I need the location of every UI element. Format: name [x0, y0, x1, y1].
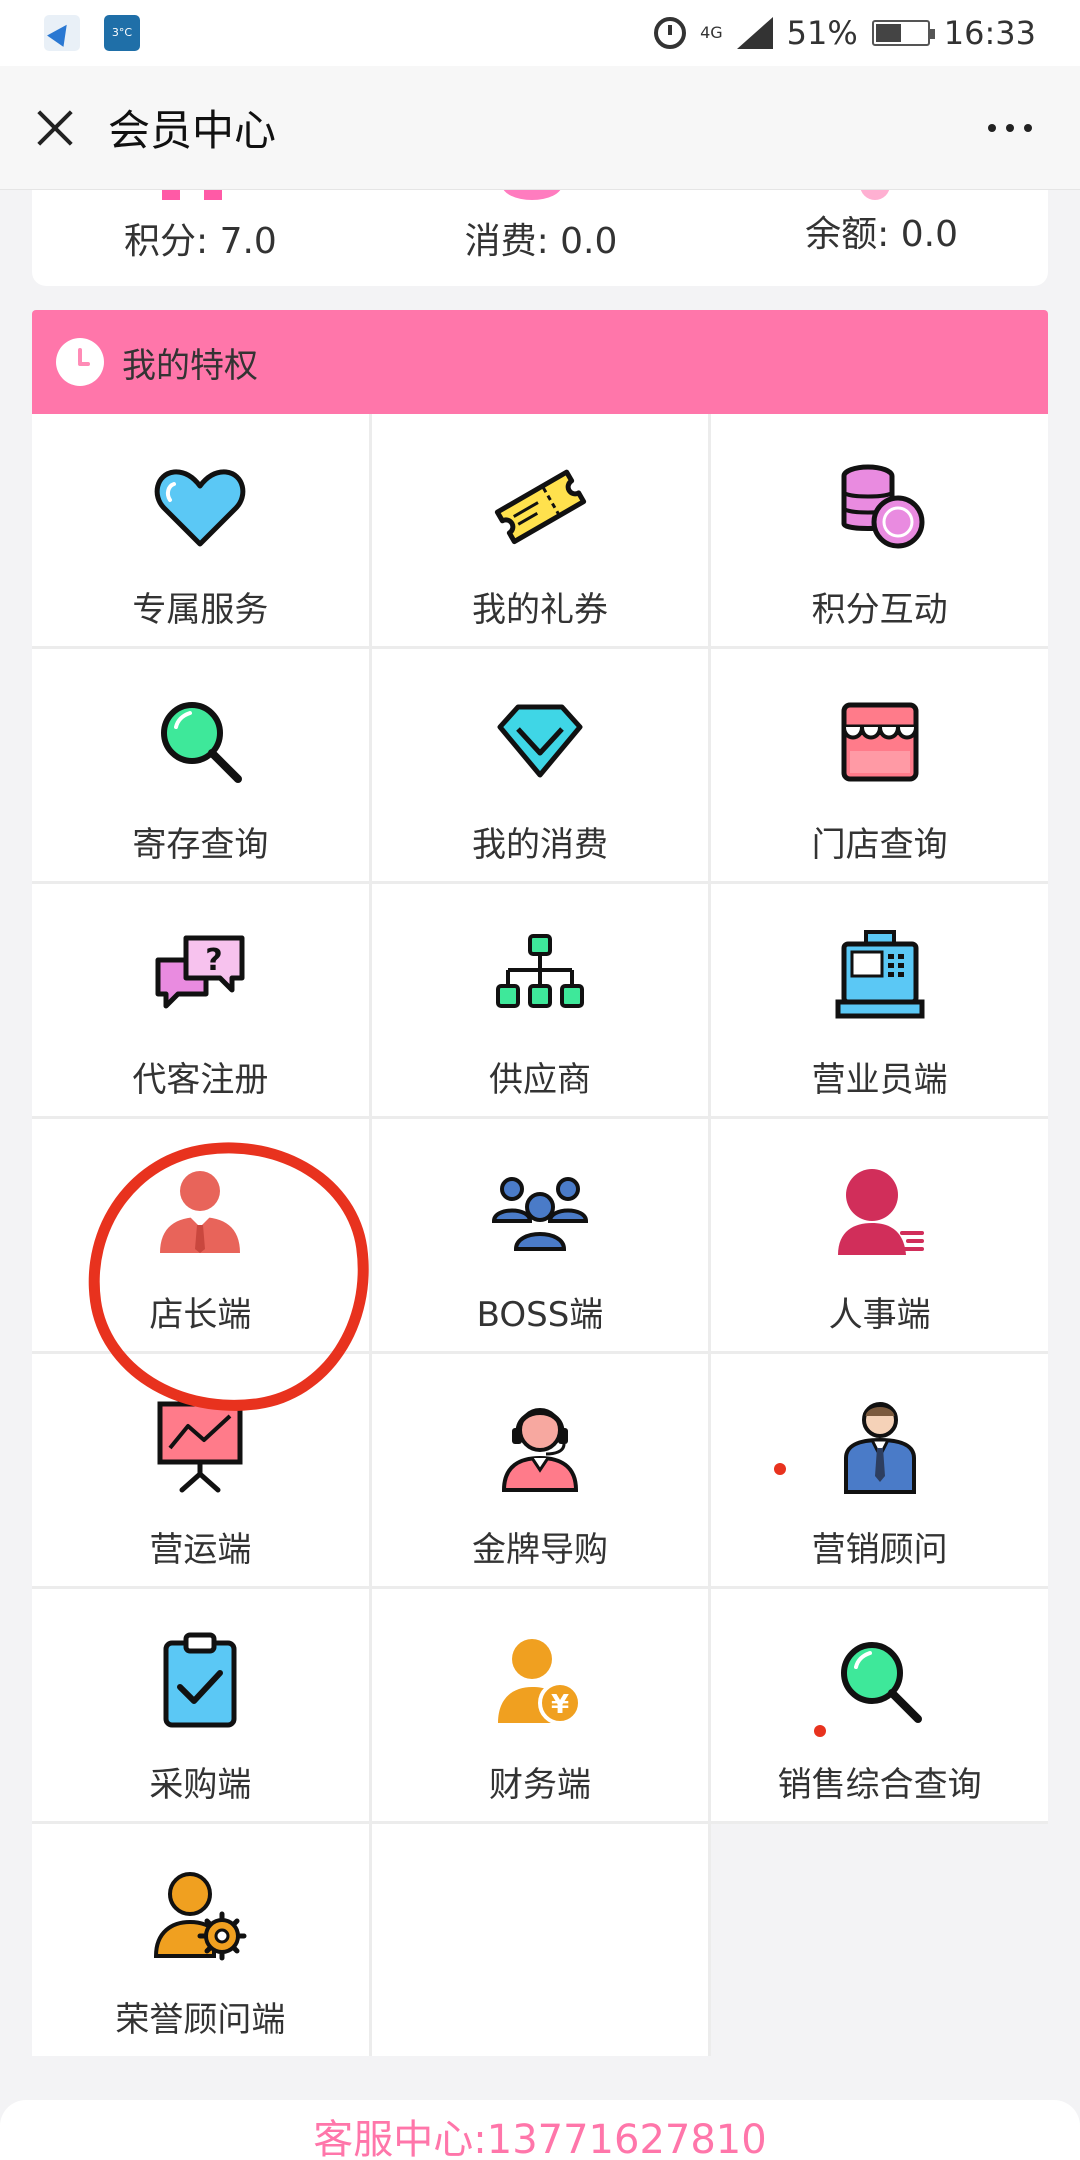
magnifier-icon [161, 702, 243, 783]
notification-icons: 3°C [44, 15, 140, 51]
grid-item-sales-query[interactable]: 销售综合查询 [711, 1589, 1048, 1821]
title-bar: 会员中心 [0, 66, 1080, 190]
balance-stat[interactable]: 余额: 0.0 [805, 205, 958, 257]
grid-item-purchasing[interactable]: 采购端 [32, 1589, 369, 1821]
manager-icon [160, 1171, 241, 1253]
grid-item-label: 门店查询 [811, 825, 948, 865]
grid-item-points-interaction[interactable]: 积分互动 [711, 414, 1048, 646]
battery-icon [871, 20, 935, 46]
grid-item-agent-register[interactable]: ? 代客注册 [32, 884, 369, 1116]
red-dot-annotation [774, 1463, 786, 1475]
grid-item-label: 荣誉顾问端 [115, 2000, 286, 2040]
alarm-icon [654, 17, 687, 49]
grid-item-label: BOSS端 [476, 1295, 604, 1335]
team-icon [491, 1177, 588, 1251]
grid-item-finance[interactable]: ¥ 财务端 [371, 1589, 709, 1821]
grid-item-label: 营运端 [149, 1530, 252, 1570]
clock-icon [56, 338, 104, 386]
grid-item-store-manager[interactable]: 店长端 [32, 1119, 369, 1351]
grid-item-label: 店长端 [149, 1295, 252, 1335]
grid-item-gold-guide[interactable]: 金牌导购 [371, 1354, 709, 1586]
question-chat-icon: ? [155, 935, 245, 1009]
red-dot-annotation [814, 1725, 826, 1737]
grid-item-label: 供应商 [488, 1060, 591, 1100]
magnifier-icon [840, 1642, 922, 1723]
privileges-title: 我的特权 [122, 345, 258, 386]
heart-icon [154, 469, 246, 547]
grid-item-exclusive-service[interactable]: 专属服务 [32, 414, 369, 646]
grid-item-clerk[interactable]: 营业员端 [711, 884, 1048, 1116]
clipboard-check-icon [163, 1632, 237, 1728]
grid-item-marketing-consultant[interactable]: 营销顾问 [711, 1354, 1048, 1586]
grid-item-label: 营销顾问 [811, 1530, 948, 1570]
grid-blank-area [711, 1824, 1048, 2056]
grid-item-label: 财务端 [488, 1765, 591, 1805]
network-type: 4G [700, 23, 723, 42]
grid-item-label: 销售综合查询 [777, 1765, 982, 1805]
businessman-icon [843, 1402, 916, 1494]
points-icon [162, 190, 222, 200]
grid-item-store-query[interactable]: 门店查询 [711, 649, 1048, 881]
grid-item-label: 寄存查询 [132, 825, 269, 865]
grid-item-label: 专属服务 [132, 590, 269, 630]
weather-icon: 3°C [104, 15, 140, 51]
telegram-icon [44, 15, 80, 51]
svg-text:¥: ¥ [551, 1690, 569, 1720]
privileges-grid: 专属服务 我的礼券 积分互动 寄存查询 我的消费 门店查询 ? 代客注册 供应商… [32, 414, 1048, 2056]
status-bar: 3°C 4G 51% 16:33 [0, 0, 1080, 66]
signal-icon [736, 17, 773, 49]
grid-item-label: 积分互动 [811, 590, 948, 630]
grid-item-label: 采购端 [149, 1765, 252, 1805]
system-indicators: 4G 51% 16:33 [654, 14, 1036, 52]
more-options-icon[interactable] [988, 123, 1032, 132]
points-stat[interactable]: 积分: 7.0 [124, 212, 277, 264]
close-icon[interactable] [30, 103, 80, 153]
clock-time: 16:33 [943, 14, 1036, 52]
privileges-header: 我的特权 [32, 310, 1048, 414]
presentation-board-icon [157, 1401, 243, 1493]
ticket-icon [494, 469, 587, 545]
grid-item-supplier[interactable]: 供应商 [371, 884, 709, 1116]
grid-item-label: 我的礼券 [471, 590, 608, 630]
member-stats-card: 积分: 7.0 消费: 0.0 余额: 0.0 [32, 190, 1048, 286]
grid-item-label: 代客注册 [132, 1060, 269, 1100]
grid-item-label: 我的消费 [471, 825, 608, 865]
headset-agent-icon [501, 1408, 578, 1492]
grid-item-boss[interactable]: BOSS端 [371, 1119, 709, 1351]
battery-percent: 51% [786, 14, 858, 52]
customer-service-footer[interactable]: 客服中心:13771627810 [0, 2100, 1080, 2160]
cash-register-icon [835, 930, 925, 1019]
grid-item-label: 金牌导购 [471, 1530, 608, 1570]
svg-text:?: ? [206, 943, 223, 978]
customer-service-phone[interactable]: 客服中心:13771627810 [0, 2100, 1080, 2160]
grid-item-label: 营业员端 [811, 1060, 948, 1100]
diamond-icon [497, 704, 583, 778]
coins-icon [841, 464, 925, 549]
grid-empty-cell [371, 1824, 709, 2056]
grid-item-honor-consultant[interactable]: 荣誉顾问端 [32, 1824, 369, 2056]
person-gear-icon [154, 1872, 247, 1961]
org-chart-icon [495, 934, 584, 1008]
person-yuan-icon: ¥ [497, 1639, 582, 1725]
page-title: 会员中心 [108, 106, 277, 155]
grid-item-storage-query[interactable]: 寄存查询 [32, 649, 369, 881]
grid-item-my-coupons[interactable]: 我的礼券 [371, 414, 709, 646]
grid-item-hr[interactable]: 人事端 [711, 1119, 1048, 1351]
grid-item-label: 人事端 [828, 1295, 931, 1335]
person-fast-icon [837, 1169, 924, 1255]
consumption-stat[interactable]: 消费: 0.0 [465, 212, 618, 264]
grid-item-my-consumption[interactable]: 我的消费 [371, 649, 709, 881]
grid-item-operations[interactable]: 营运端 [32, 1354, 369, 1586]
store-icon [841, 702, 919, 782]
